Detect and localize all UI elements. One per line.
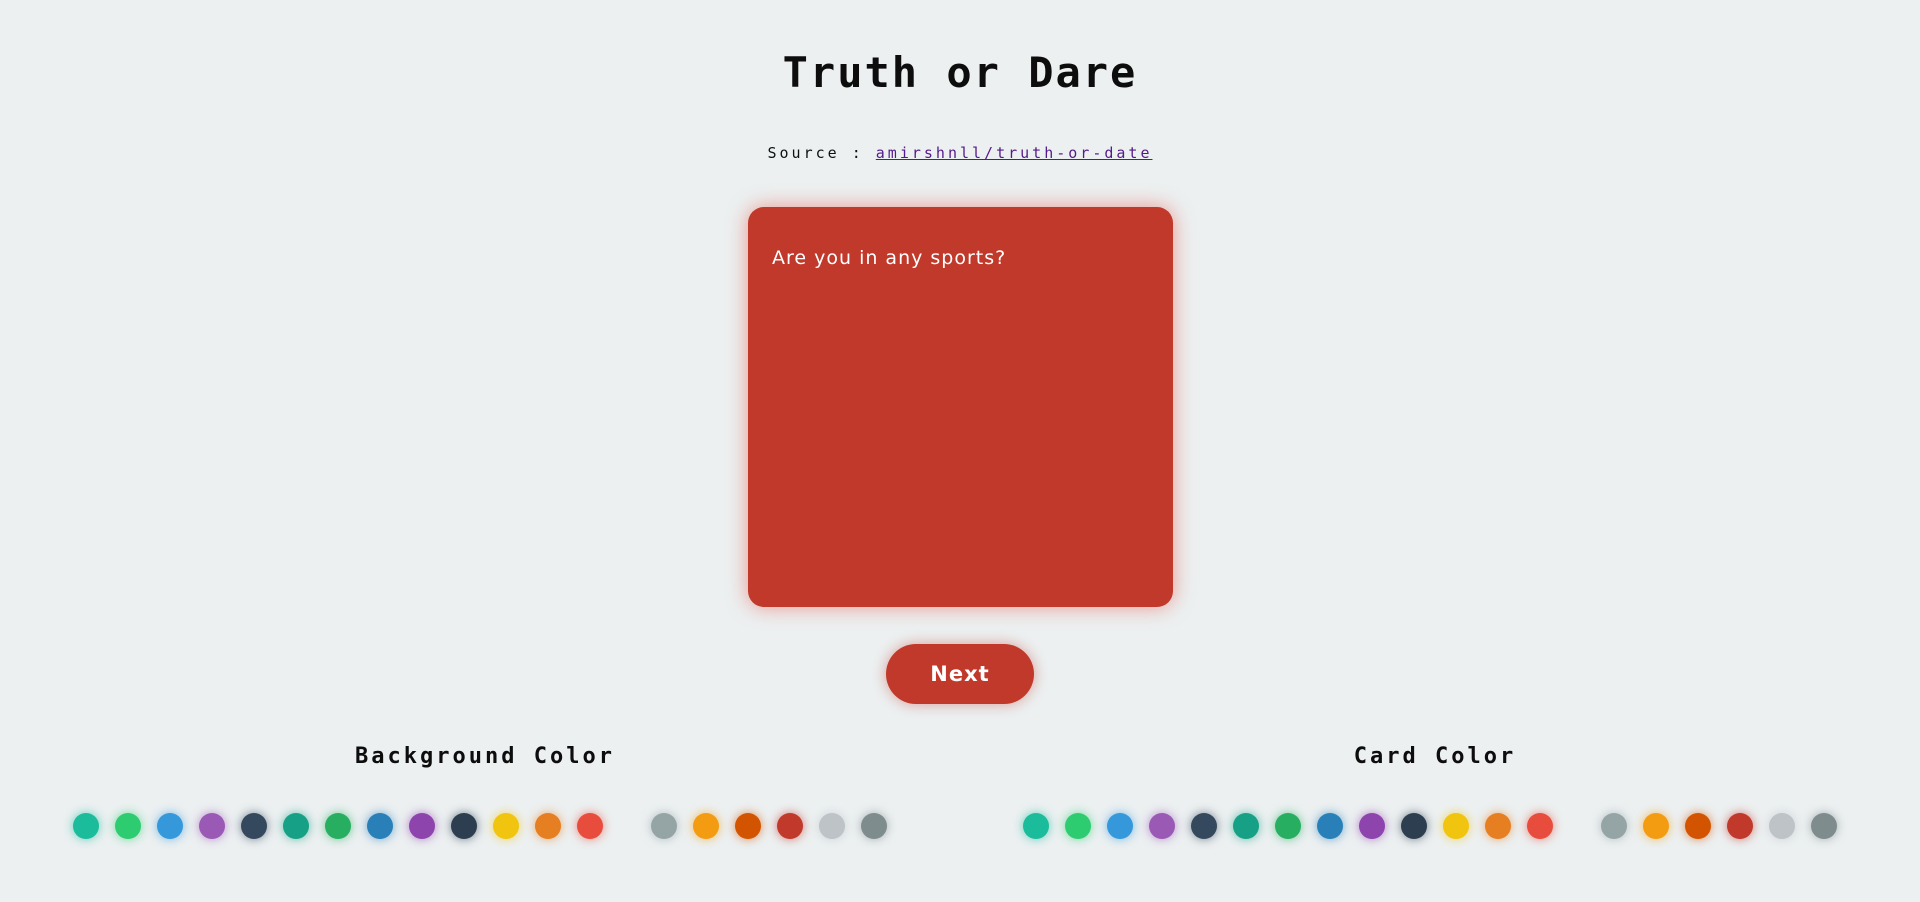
card-color-swatch[interactable] [1601, 813, 1627, 839]
background-color-swatches [73, 813, 973, 839]
background-color-swatch[interactable] [777, 813, 803, 839]
background-color-swatch[interactable] [651, 813, 677, 839]
question-text: Are you in any sports? [772, 247, 1007, 269]
background-color-swatch[interactable] [73, 813, 99, 839]
card-color-heading: Card Color [1353, 744, 1517, 769]
background-color-swatch[interactable] [493, 813, 519, 839]
background-color-swatch[interactable] [409, 813, 435, 839]
card-color-swatch[interactable] [1107, 813, 1133, 839]
card-color-swatch[interactable] [1485, 813, 1511, 839]
card-color-swatch[interactable] [1149, 813, 1175, 839]
card-color-swatches [1023, 813, 1920, 839]
source-label: Source : [767, 144, 864, 162]
background-color-swatch[interactable] [367, 813, 393, 839]
card-color-swatch[interactable] [1023, 813, 1049, 839]
background-color-swatch[interactable] [577, 813, 603, 839]
background-color-swatch[interactable] [693, 813, 719, 839]
card-color-swatch[interactable] [1727, 813, 1753, 839]
card-color-swatch[interactable] [1191, 813, 1217, 839]
background-color-swatch[interactable] [735, 813, 761, 839]
card-color-swatch[interactable] [1643, 813, 1669, 839]
card-color-swatch[interactable] [1275, 813, 1301, 839]
source-link[interactable]: amirshnll/truth-or-date [876, 144, 1153, 162]
background-color-swatch[interactable] [283, 813, 309, 839]
card-color-swatch[interactable] [1401, 813, 1427, 839]
card-color-swatch[interactable] [1443, 813, 1469, 839]
background-color-swatch[interactable] [115, 813, 141, 839]
card-color-swatch[interactable] [1359, 813, 1385, 839]
card-color-swatch[interactable] [1811, 813, 1837, 839]
background-color-swatch[interactable] [535, 813, 561, 839]
page-title: Truth or Dare [782, 48, 1138, 97]
card-color-swatch[interactable] [1233, 813, 1259, 839]
card-color-swatch[interactable] [1527, 813, 1553, 839]
background-color-swatch[interactable] [861, 813, 887, 839]
card-color-swatch[interactable] [1769, 813, 1795, 839]
background-color-swatch[interactable] [819, 813, 845, 839]
source-line: Source : amirshnll/truth-or-date [0, 144, 1920, 162]
card-color-swatch[interactable] [1065, 813, 1091, 839]
background-color-swatch[interactable] [451, 813, 477, 839]
background-color-swatch[interactable] [325, 813, 351, 839]
background-color-swatch[interactable] [241, 813, 267, 839]
background-color-swatch[interactable] [157, 813, 183, 839]
background-color-swatch[interactable] [199, 813, 225, 839]
question-card: Are you in any sports? [748, 207, 1173, 607]
card-color-swatch[interactable] [1685, 813, 1711, 839]
next-button[interactable]: Next [886, 644, 1034, 704]
background-color-heading: Background Color [355, 744, 615, 769]
card-color-swatch[interactable] [1317, 813, 1343, 839]
